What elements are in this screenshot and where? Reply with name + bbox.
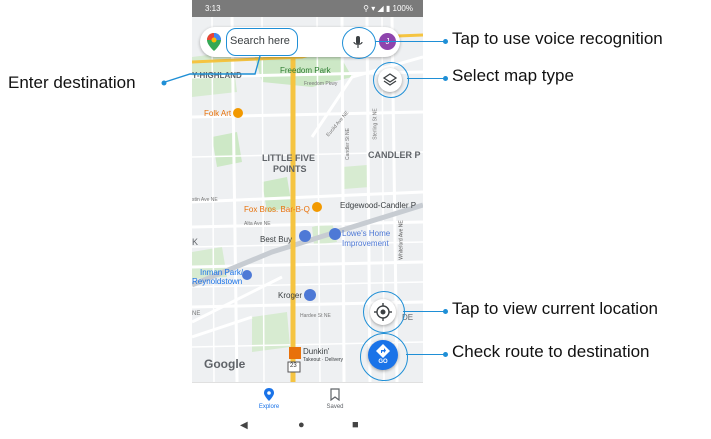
annotation-route: Check route to destination [452, 342, 650, 361]
location-leader-line [403, 311, 445, 313]
explore-pin-icon [264, 388, 274, 401]
annotation-location: Tap to view current location [452, 299, 658, 318]
label-lowes-1: Lowe's Home [342, 229, 391, 238]
battery-percent: 100% [392, 4, 413, 13]
label-fox-bros: Fox Bros. Bar-B-Q [244, 205, 310, 214]
status-time: 3:13 [205, 4, 221, 13]
tab-explore[interactable]: Explore [252, 386, 286, 414]
label-dunkin-sub: Takeout · Delivery [303, 357, 344, 363]
location-callout-circle [363, 291, 405, 333]
voice-callout-circle [342, 27, 376, 59]
voice-leader-line [375, 41, 445, 43]
annotation-voice: Tap to use voice recognition [452, 29, 663, 48]
system-nav-bar: ◀ ● ■ [192, 416, 423, 439]
back-icon[interactable]: ◀ [240, 420, 248, 431]
wifi-icon: ▾ [371, 4, 376, 13]
tab-explore-label: Explore [258, 404, 280, 410]
destination-leader-line [161, 55, 261, 86]
label-sterling: Sterling St NE [372, 108, 379, 140]
layers-callout-circle [373, 62, 409, 98]
signal-icon: ◢ [377, 4, 384, 13]
go-callout-circle [360, 333, 408, 381]
tab-saved-label: Saved [326, 404, 344, 410]
label-whiteford: Whiteford Ave NE [398, 220, 405, 260]
maps-pin-icon [207, 33, 221, 51]
annotation-destination: Enter destination [8, 73, 136, 92]
label-freedom-pkwy: Freedom Pkwy [304, 81, 338, 87]
label-ne-left: NE [192, 311, 201, 317]
label-best-buy: Best Buy [260, 235, 293, 244]
tab-saved[interactable]: Saved [318, 386, 352, 414]
label-candler-park: CANDLER P [368, 150, 421, 160]
google-logo: Google [204, 357, 246, 371]
annotation-map-type: Select map type [452, 66, 574, 85]
battery-icon: ▮ [385, 4, 391, 13]
home-icon[interactable]: ● [298, 419, 305, 431]
label-k: K [192, 237, 199, 247]
route-shield: 23 [290, 363, 297, 369]
label-points: POINTS [273, 164, 307, 174]
voice-leader-dot [443, 39, 448, 44]
label-inman-1: Inman Park/ [200, 268, 244, 277]
label-kroger: Kroger [278, 291, 303, 300]
label-inman-2: Reynoldstown [192, 277, 243, 286]
bookmark-icon [330, 388, 340, 401]
bottom-tab-bar: Explore Saved [192, 382, 423, 417]
label-edgewood: Edgewood-Candler P [340, 201, 417, 210]
label-austin: stin Ave NE [192, 197, 218, 203]
label-freedom-park: Freedom Park [280, 66, 331, 75]
maptype-leader-dot [443, 76, 448, 81]
label-hardee: Hardee St NE [300, 313, 331, 319]
maptype-leader-line [407, 78, 445, 80]
label-little-five: LITTLE FIVE [262, 153, 315, 163]
label-dunkin: Dunkin' [303, 347, 330, 356]
recents-icon[interactable]: ■ [352, 419, 359, 431]
location-icon: ⚲ [363, 4, 370, 13]
label-folk-art: Folk Art [204, 109, 232, 118]
route-leader-dot [443, 352, 448, 357]
status-indicators: ⚲ ▾ ◢ ▮ 100% [363, 4, 413, 13]
label-alta: Alta Ave NE [244, 221, 271, 227]
route-leader-line [406, 354, 445, 356]
label-candler-st: Candler St NE [344, 128, 351, 160]
location-leader-dot [443, 309, 448, 314]
status-bar: 3:13 ⚲ ▾ ◢ ▮ 100% [192, 0, 423, 17]
label-lowes-2: Improvement [342, 239, 389, 248]
